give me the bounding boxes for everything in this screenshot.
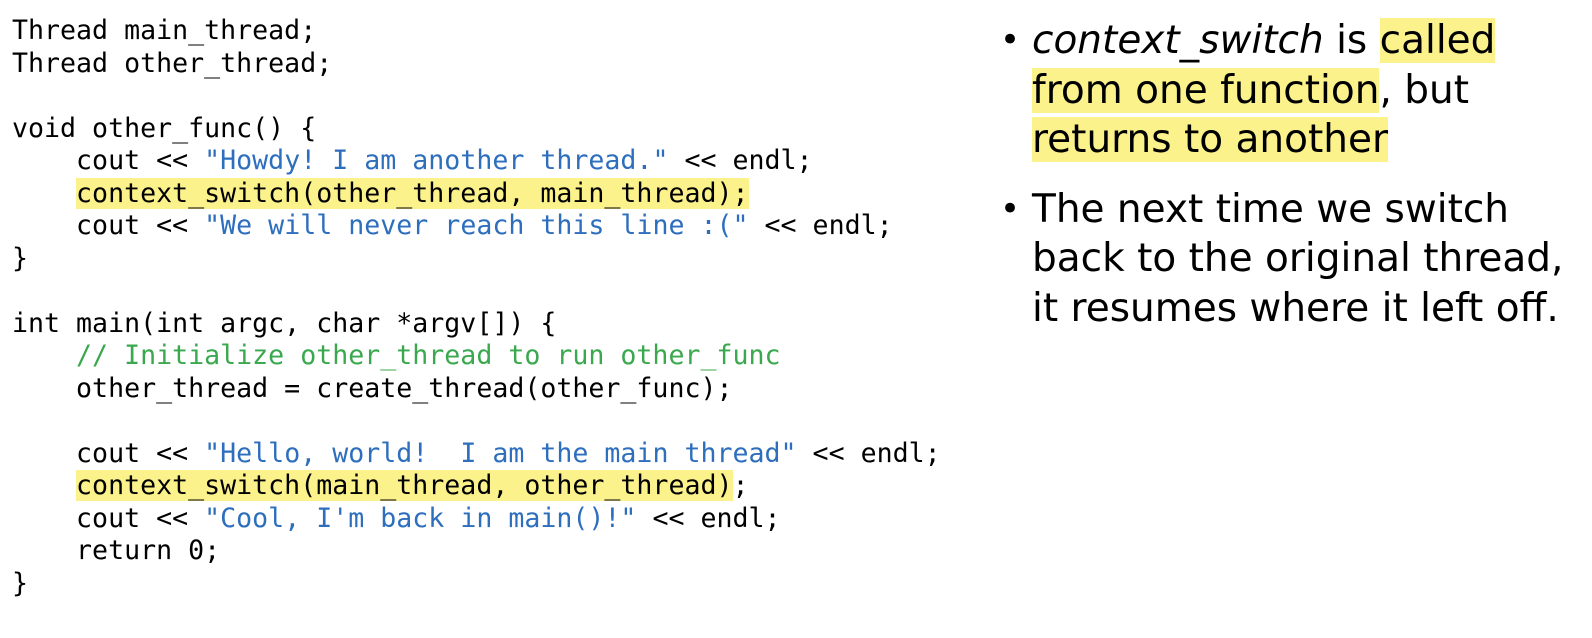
text-run: cout << [12, 210, 205, 241]
text-run: , but [1379, 67, 1470, 113]
text-run: Thread other_thread; [12, 47, 333, 79]
text-run: other_thread = create_thread(other_func)… [12, 372, 733, 404]
italic-text: context_switch [1032, 18, 1324, 63]
string-literal: "We will never reach this line :(" [204, 210, 749, 241]
highlighted-text: returns to another [1032, 117, 1389, 162]
bullet-item: • The next time we switch back to the ori… [1000, 185, 1585, 334]
code-line: int main(int argc, char *argv[]) { [12, 308, 941, 341]
text-run: << endl; [668, 145, 813, 176]
text-run: } [12, 567, 29, 599]
code-line: Thread other_thread; [12, 48, 941, 81]
code-line: cout << "Hello, world! I am the main thr… [12, 438, 941, 471]
highlighted-code: context_switch(other_thread, main_thread… [76, 177, 749, 209]
text-run [12, 470, 76, 501]
text-run: cout << [12, 145, 205, 176]
code-line: } [12, 243, 941, 276]
code-line: void other_func() { [12, 113, 941, 146]
text-run: int main(int argc, char *argv[]) { [12, 307, 557, 339]
code-line: Thread main_thread; [12, 15, 941, 48]
highlighted-code: context_switch(main_thread, other_thread… [76, 470, 733, 501]
text-run: } [12, 242, 29, 274]
text-run: cout << [12, 437, 205, 469]
code-comment: // Initialize other_thread to run other_… [76, 340, 781, 371]
code-line: // Initialize other_thread to run other_… [12, 340, 941, 373]
string-literal: "Hello, world! I am the main thread" [204, 437, 797, 469]
text-run [12, 178, 76, 209]
code-line: other_thread = create_thread(other_func)… [12, 373, 941, 406]
bullet-dot-icon: • [1000, 188, 1021, 229]
bullet-item: • context_switch is called from one funct… [1000, 16, 1585, 165]
text-run: cout << [12, 502, 205, 534]
code-line: cout << "Howdy! I am another thread." <<… [12, 145, 941, 178]
text-run: ; [732, 470, 749, 501]
code-line: return 0; [12, 535, 941, 568]
text-run: << endl; [636, 502, 781, 534]
explanation-bullets: • context_switch is called from one funct… [1000, 16, 1585, 353]
bullet-dot-icon: • [1000, 20, 1021, 60]
code-block: Thread main_thread; Thread other_thread;v… [12, 15, 941, 600]
string-literal: "Howdy! I am another thread." [204, 145, 669, 176]
string-literal: "Cool, I'm back in main()!" [204, 502, 637, 534]
code-line: } [12, 568, 941, 601]
text-run: Thread main_thread; [12, 15, 317, 46]
text-run: The next time we switch back to the orig… [1032, 186, 1564, 331]
text-run: is [1323, 18, 1380, 63]
text-run: << endl; [796, 437, 941, 469]
text-run: << endl; [748, 210, 893, 241]
code-line: context_switch(other_thread, main_thread… [12, 177, 941, 211]
code-line: context_switch(main_thread, other_thread… [12, 470, 941, 503]
code-line: cout << "Cool, I'm back in main()!" << e… [12, 503, 941, 536]
code-line: cout << "We will never reach this line :… [12, 210, 941, 243]
text-run: void other_func() { [12, 112, 317, 144]
text-run: return 0; [12, 535, 221, 566]
text-run [12, 340, 76, 371]
